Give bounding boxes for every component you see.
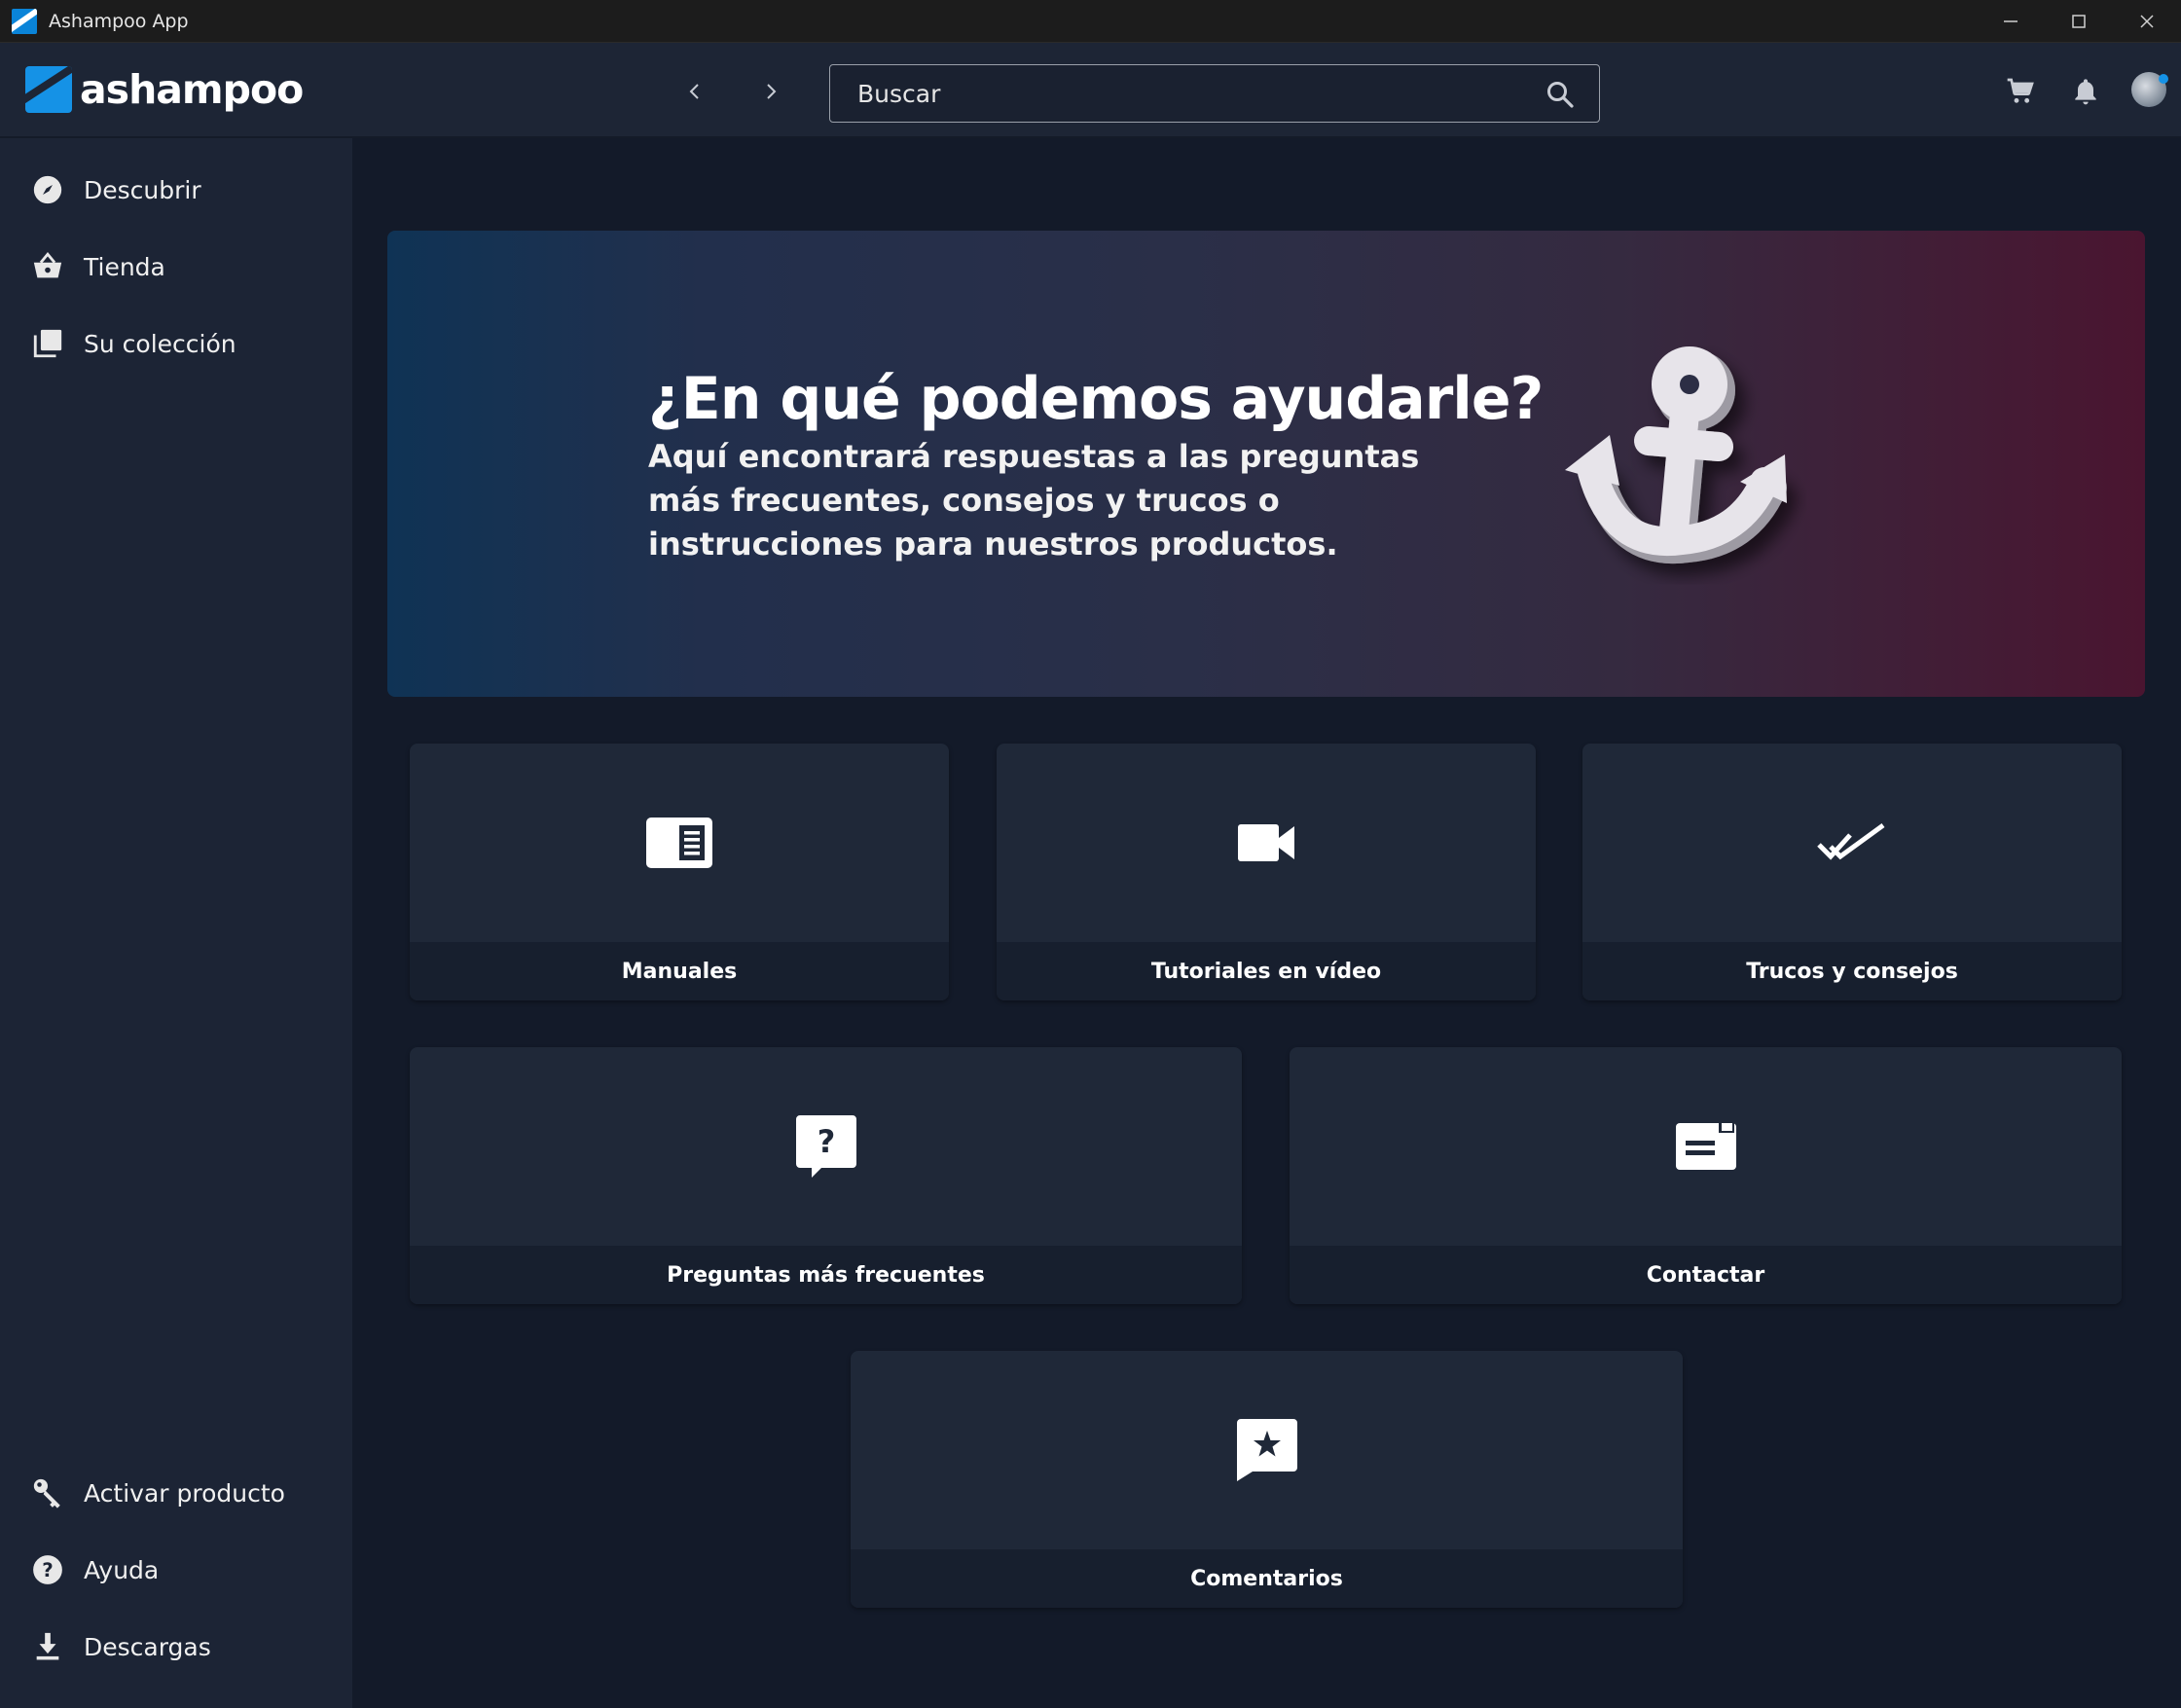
sidebar-item-label: Activar producto: [84, 1478, 285, 1508]
sidebar-item-activar-producto[interactable]: Activar producto: [0, 1463, 352, 1523]
window-titlebar: Ashampoo App: [0, 0, 2181, 43]
app-header: ashampoo: [0, 43, 2181, 138]
sidebar-item-coleccion[interactable]: Su colección: [0, 313, 352, 374]
maximize-button[interactable]: [2045, 0, 2113, 43]
card-label: Manuales: [410, 942, 949, 1000]
forward-button[interactable]: [751, 72, 790, 111]
back-button[interactable]: [675, 72, 714, 111]
sidebar-item-label: Tienda: [84, 252, 165, 281]
sidebar-item-ayuda[interactable]: ? Ayuda: [0, 1540, 352, 1600]
cart-icon: [2007, 78, 2034, 103]
key-icon: [31, 1476, 64, 1509]
app-logo-icon: [12, 8, 37, 34]
logo-text: ashampoo: [80, 66, 304, 113]
ashampoo-logo-icon: [25, 66, 72, 113]
card-icon-area: [410, 744, 949, 942]
card-preguntas-frecuentes[interactable]: ? Preguntas más frecuentes: [410, 1047, 1242, 1304]
sidebar-item-label: Descargas: [84, 1632, 211, 1661]
search-input[interactable]: [857, 79, 1519, 108]
notifications-button[interactable]: [2066, 72, 2105, 111]
window-controls: [1977, 0, 2181, 43]
card-tutoriales-video[interactable]: Tutoriales en vídeo: [997, 744, 1536, 1000]
cart-button[interactable]: [2001, 72, 2040, 111]
card-icon-area: ?: [410, 1047, 1242, 1246]
anchor-icon: [1565, 346, 1787, 564]
svg-text:?: ?: [42, 1559, 54, 1581]
sidebar: Descubrir Tienda Su colección Activar pr…: [0, 138, 352, 1708]
card-icon-area: [1582, 744, 2122, 942]
video-camera-icon: [1238, 824, 1294, 861]
sidebar-item-label: Descubrir: [84, 175, 201, 204]
card-icon-area: [1290, 1047, 2122, 1246]
sidebar-item-descubrir[interactable]: Descubrir: [0, 160, 352, 220]
avatar-status-dot: [2159, 74, 2168, 84]
chevron-left-icon: [689, 84, 699, 99]
chevron-right-icon: [767, 84, 777, 99]
hero-title: ¿En qué podemos ayudarle?: [648, 365, 1544, 433]
minimize-icon: [2004, 20, 2017, 22]
hero-subtitle: Aquí encontrará respuestas a las pregunt…: [648, 438, 1420, 563]
help-hero-banner: ¿En qué podemos ayudarle? Aquí encontrar…: [387, 231, 2145, 697]
sidebar-item-descargas[interactable]: Descargas: [0, 1617, 352, 1677]
card-contactar[interactable]: Contactar: [1290, 1047, 2122, 1304]
star-chat-icon: [1236, 1419, 1297, 1481]
main-content: ¿En qué podemos ayudarle? Aquí encontrar…: [352, 138, 2181, 1708]
close-icon: [2140, 15, 2154, 28]
card-label: Tutoriales en vídeo: [997, 942, 1536, 1000]
card-label: Trucos y consejos: [1582, 942, 2122, 1000]
compass-icon: [31, 173, 64, 206]
card-label: Contactar: [1290, 1246, 2122, 1304]
basket-icon: [31, 250, 64, 283]
sidebar-item-label: Ayuda: [84, 1555, 160, 1584]
manual-icon: [646, 818, 712, 868]
ashampoo-logo[interactable]: ashampoo: [25, 66, 304, 113]
question-chat-icon: ?: [795, 1115, 856, 1178]
svg-text:?: ?: [817, 1123, 835, 1160]
sidebar-item-label: Su colección: [84, 329, 236, 358]
card-icon-area: [997, 744, 1536, 942]
help-icon: ?: [31, 1553, 64, 1586]
card-trucos-consejos[interactable]: Trucos y consejos: [1582, 744, 2122, 1000]
contact-card-icon: [1675, 1121, 1736, 1170]
bell-icon: [2075, 79, 2096, 105]
download-icon: [31, 1630, 64, 1663]
card-label: Preguntas más frecuentes: [410, 1246, 1242, 1304]
search-box[interactable]: [829, 64, 1600, 123]
card-icon-area: [851, 1351, 1683, 1549]
collection-icon: [31, 327, 64, 360]
search-icon[interactable]: [1545, 79, 1576, 110]
maximize-icon: [2072, 15, 2086, 28]
double-check-icon: [1817, 822, 1885, 860]
close-button[interactable]: [2113, 0, 2181, 43]
minimize-button[interactable]: [1977, 0, 2045, 43]
card-comentarios[interactable]: Comentarios: [851, 1351, 1683, 1608]
avatar[interactable]: [2131, 72, 2168, 107]
sidebar-item-tienda[interactable]: Tienda: [0, 236, 352, 297]
window-title: Ashampoo App: [49, 10, 189, 32]
card-label: Comentarios: [851, 1549, 1683, 1608]
card-manuales[interactable]: Manuales: [410, 744, 949, 1000]
